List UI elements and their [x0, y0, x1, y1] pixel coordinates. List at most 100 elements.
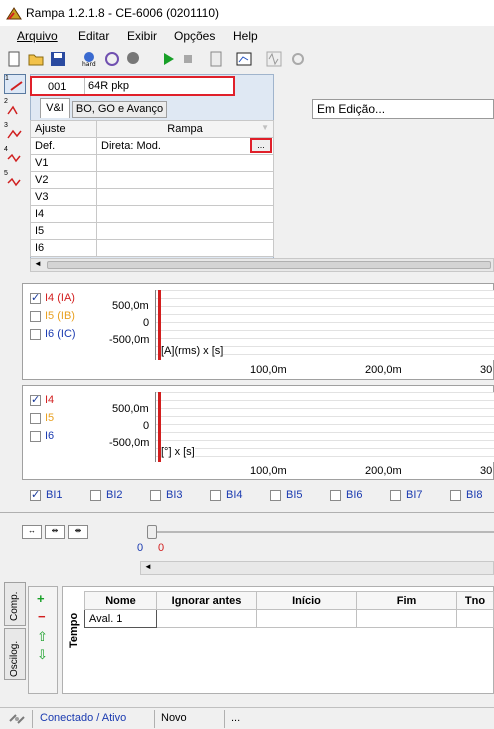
timeline-panel: ↔ ⇹ ⇼ 0 0 ◄: [0, 512, 494, 578]
series-label-i6-ic: I6 (IC): [45, 328, 76, 340]
step-nav-4[interactable]: 4: [4, 146, 26, 166]
timeline-slider-handle[interactable]: [147, 525, 157, 539]
scroll-left-icon[interactable]: ◄: [144, 562, 152, 571]
step-nav-2[interactable]: 2: [4, 98, 26, 118]
ramp-step-icon: [7, 153, 21, 163]
title-bar: Rampa 1.2.1.8 - CE-6006 (0201110): [0, 0, 494, 26]
connection-icon: [9, 714, 25, 724]
stop-icon[interactable]: [180, 51, 196, 67]
checkbox-bi2[interactable]: [90, 490, 101, 501]
menu-opcoes[interactable]: Opções: [174, 29, 215, 43]
step-name-row: 001 64R pkp: [30, 76, 235, 96]
bi8-label: BI8: [466, 489, 483, 501]
checkbox-i5-ib[interactable]: [30, 311, 41, 322]
bi6-label: BI6: [346, 489, 363, 501]
svg-text:hard: hard: [82, 61, 96, 67]
zoom-fit-icon[interactable]: ⇼: [68, 525, 88, 539]
checkbox-bi4[interactable]: [210, 490, 221, 501]
side-tab-comp[interactable]: Comp.: [4, 582, 26, 626]
x-tick: 100,0m: [250, 465, 287, 477]
col-ignorar-antes: Ignorar antes: [156, 591, 257, 610]
menu-arquivo[interactable]: Arquivo: [17, 29, 58, 43]
step-nav: 1 2 3 4 5: [4, 74, 26, 274]
ramp-step-icon: [7, 105, 18, 115]
checkbox-i5[interactable]: [30, 413, 41, 424]
checkbox-i6[interactable]: [30, 431, 41, 442]
save-icon[interactable]: [50, 51, 66, 67]
series-label-i4: I4: [45, 394, 55, 406]
settings-network-icon[interactable]: [104, 51, 120, 67]
y-tick: 500,0m: [112, 403, 149, 415]
status-connection: Conectado / Ativo: [40, 712, 127, 724]
adjust-grid: Ajuste Rampa ▼ Def. Direta: Mod. ... V1 V…: [30, 120, 274, 257]
tempo-cell[interactable]: [456, 609, 494, 628]
search-globe-icon[interactable]: [126, 51, 142, 67]
grid-row-value[interactable]: [96, 239, 274, 257]
series-label-i5-ib: I5 (IB): [45, 310, 75, 322]
series-label-i4-ia: I4 (IA): [45, 292, 75, 304]
menu-editar[interactable]: Editar: [78, 29, 109, 43]
timeline-scrollbar[interactable]: ◄: [140, 561, 494, 575]
mode-combo[interactable]: Em Edição...: [312, 99, 494, 119]
side-tab-oscilog[interactable]: Oscilog.: [4, 628, 26, 680]
menu-bar: Arquivo Editar Exibir Opções Help: [0, 26, 494, 46]
bi3-label: BI3: [166, 489, 183, 501]
move-up-icon[interactable]: ⇧: [37, 629, 48, 645]
tempo-cell[interactable]: [256, 609, 357, 628]
move-down-icon[interactable]: ⇩: [37, 647, 48, 663]
hardware-config-icon[interactable]: hard: [80, 51, 96, 67]
tab-bo-go-avanco[interactable]: BO, GO e Avanço: [72, 101, 167, 118]
tools-icon[interactable]: [290, 51, 306, 67]
checkbox-i6-ic[interactable]: [30, 329, 41, 340]
step-nav-1[interactable]: 1: [4, 74, 26, 94]
tempo-cell[interactable]: [156, 609, 257, 628]
menu-exibir[interactable]: Exibir: [127, 29, 157, 43]
tempo-cell[interactable]: [356, 609, 457, 628]
series-label-i5: I5: [45, 412, 55, 424]
grid-row-value[interactable]: [96, 188, 274, 206]
step-nav-3[interactable]: 3: [4, 122, 26, 142]
y-tick: -500,0m: [109, 437, 150, 449]
tempo-table: Nome Ignorar antes Início Fim Tno Aval. …: [84, 591, 494, 628]
checkbox-bi1[interactable]: [30, 488, 41, 501]
scroll-left-icon[interactable]: ◄: [34, 259, 42, 268]
bi5-label: BI5: [286, 489, 303, 501]
grid-row-value[interactable]: [96, 222, 274, 240]
open-folder-icon[interactable]: [28, 51, 44, 67]
checkbox-bi8[interactable]: [450, 490, 461, 501]
graph-window-icon[interactable]: [236, 51, 252, 67]
checkbox-bi6[interactable]: [330, 490, 341, 501]
toolbar: hard Em Edição...: [0, 48, 494, 119]
horizontal-scrollbar[interactable]: ◄: [30, 258, 494, 272]
step-nav-5[interactable]: 5: [4, 170, 26, 190]
menu-help[interactable]: Help: [233, 29, 258, 43]
waveform-icon[interactable]: [266, 51, 282, 67]
status-bar: Conectado / Ativo Novo ...: [0, 707, 494, 729]
col-rampa: Rampa ▼: [96, 120, 274, 138]
step-name-input[interactable]: 64R pkp: [88, 80, 129, 92]
angle-plot-area[interactable]: [155, 392, 494, 462]
new-file-icon[interactable]: [6, 51, 22, 67]
ellipsis-button[interactable]: ...: [250, 138, 272, 153]
remove-icon[interactable]: −: [38, 609, 46, 624]
zoom-in-icon[interactable]: ↔: [22, 525, 42, 539]
report-icon[interactable]: [208, 51, 224, 67]
bi4-label: BI4: [226, 489, 243, 501]
bi7-label: BI7: [406, 489, 423, 501]
checkbox-i4-ia[interactable]: [30, 291, 41, 304]
checkbox-bi5[interactable]: [270, 490, 281, 501]
tempo-cell-nome[interactable]: Aval. 1: [84, 609, 157, 628]
scroll-thumb[interactable]: [47, 261, 491, 269]
play-icon[interactable]: [160, 51, 176, 67]
add-icon[interactable]: +: [37, 591, 45, 606]
grid-row-value[interactable]: Direta: Mod. ...: [96, 137, 274, 155]
checkbox-bi7[interactable]: [390, 490, 401, 501]
timeline-value-blue: 0: [137, 542, 144, 554]
grid-row-value[interactable]: [96, 171, 274, 189]
zoom-out-icon[interactable]: ⇹: [45, 525, 65, 539]
grid-row-value[interactable]: [96, 154, 274, 172]
checkbox-bi3[interactable]: [150, 490, 161, 501]
checkbox-i4[interactable]: [30, 393, 41, 406]
tab-vi[interactable]: V&I: [40, 98, 70, 118]
grid-row-value[interactable]: [96, 205, 274, 223]
